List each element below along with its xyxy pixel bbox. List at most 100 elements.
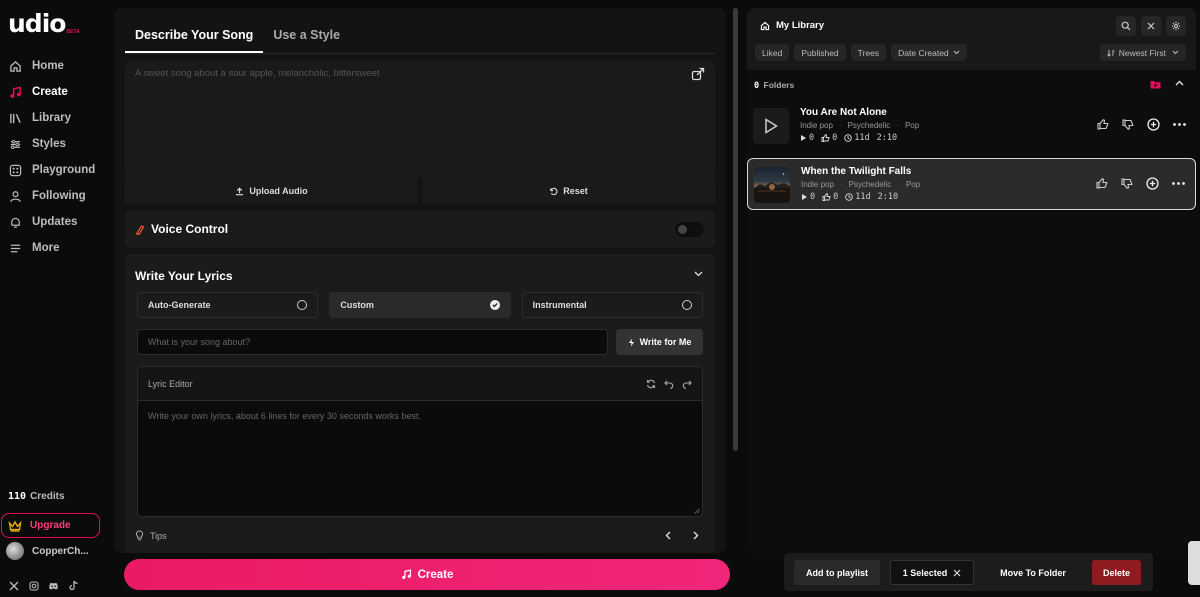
add-circle-icon[interactable] [1147, 118, 1160, 131]
share-icon[interactable] [691, 67, 705, 81]
credits-label: Credits [30, 491, 65, 502]
filter-published[interactable]: Published [794, 44, 846, 61]
add-to-playlist-button[interactable]: Add to playlist [794, 560, 880, 585]
instagram-icon[interactable] [28, 580, 39, 591]
tag[interactable]: Indie pop [800, 121, 833, 130]
song-row-selected[interactable]: When the Twilight Falls Indie pop · Psych… [747, 158, 1196, 210]
tag[interactable]: Pop [906, 180, 920, 189]
social-links [8, 580, 79, 591]
sidebar-item-updates[interactable]: Updates [0, 209, 113, 235]
selection-action-bar: Add to playlist 1 Selected Move To Folde… [784, 553, 1153, 591]
radio-icon [681, 300, 692, 310]
beta-badge: BETA [66, 29, 80, 35]
library-header-actions [1116, 16, 1186, 36]
sidebar-item-label: Playground [32, 164, 96, 176]
new-folder-icon[interactable] [1150, 80, 1161, 89]
sort-icon [1106, 49, 1115, 57]
udio-logo[interactable]: udio BETA [8, 10, 80, 38]
voice-control-toggle[interactable] [675, 222, 704, 237]
sort-dropdown[interactable]: Newest First [1099, 44, 1186, 61]
sidebar-item-following[interactable]: Following [0, 183, 113, 209]
more-options-icon[interactable] [1173, 123, 1186, 126]
song-cover-image[interactable] [754, 167, 790, 203]
lyric-editor[interactable]: Lyric Editor Write your own lyrics, abou… [137, 366, 703, 517]
song-title[interactable]: When the Twilight Falls [801, 166, 911, 177]
like-count: 0 [833, 192, 839, 202]
delete-button[interactable]: Delete [1092, 560, 1141, 585]
mode-instrumental[interactable]: Instrumental [521, 292, 703, 318]
write-for-me-label: Write for Me [639, 337, 692, 347]
dislike-icon[interactable] [1122, 119, 1134, 130]
x-icon[interactable] [8, 580, 19, 591]
sidebar-item-styles[interactable]: Styles [0, 131, 113, 157]
reset-icon [549, 187, 558, 196]
like-icon[interactable] [1097, 119, 1109, 130]
more-options-icon[interactable] [1172, 182, 1185, 185]
chevron-right-icon[interactable] [693, 531, 699, 540]
chevron-up-icon[interactable] [1175, 80, 1184, 89]
reset-button[interactable]: Reset [422, 178, 715, 204]
chevron-down-icon [953, 50, 960, 55]
mode-label: Instrumental [532, 300, 587, 310]
song-thumbnail[interactable] [753, 108, 789, 144]
sidebar-item-home[interactable]: Home [0, 53, 113, 79]
song-title[interactable]: You Are Not Alone [800, 107, 887, 118]
side-feedback-tab[interactable] [1188, 541, 1200, 585]
upgrade-label: Upgrade [30, 520, 71, 531]
filter-trees[interactable]: Trees [850, 44, 887, 61]
tag[interactable]: Psychedelic [848, 121, 891, 130]
sidebar-item-library[interactable]: Library [0, 105, 113, 131]
create-panel-scrollbar[interactable] [733, 8, 738, 451]
mode-custom[interactable]: Custom [329, 292, 511, 318]
like-icon[interactable] [1096, 178, 1108, 189]
song-topic-input[interactable]: What is your song about? [137, 329, 608, 355]
lyrics-card: Write Your Lyrics Auto-Generate Custom I… [125, 254, 715, 553]
chevron-down-icon[interactable] [694, 271, 703, 277]
play-count-icon [801, 193, 808, 201]
redo-icon[interactable] [682, 379, 692, 389]
upload-audio-button[interactable]: Upload Audio [125, 178, 418, 204]
discord-icon[interactable] [48, 580, 59, 591]
close-icon[interactable] [1141, 16, 1161, 36]
tab-describe-your-song[interactable]: Describe Your Song [125, 16, 264, 53]
song-row[interactable]: You Are Not Alone Indie pop · Psychedelic… [747, 100, 1196, 152]
username: CopperCh... [32, 545, 89, 557]
dislike-icon[interactable] [1121, 178, 1133, 189]
undo-icon[interactable] [664, 379, 674, 389]
selected-count-chip[interactable]: 1 Selected [890, 560, 974, 585]
tag[interactable]: Indie pop [801, 180, 834, 189]
sidebar: udio BETA Home Create Library Styles Pla… [0, 0, 113, 597]
search-icon[interactable] [1116, 16, 1136, 36]
sidebar-item-playground[interactable]: Playground [0, 157, 113, 183]
home-icon [760, 21, 770, 31]
chevron-left-icon[interactable] [665, 531, 671, 540]
tag[interactable]: Pop [905, 121, 919, 130]
folders-summary[interactable]: 0 Folders [754, 80, 794, 91]
sidebar-item-create[interactable]: Create [0, 79, 113, 105]
move-to-folder-button[interactable]: Move To Folder [985, 560, 1081, 585]
mode-auto-generate[interactable]: Auto-Generate [137, 292, 319, 318]
filter-date-created[interactable]: Date Created [891, 44, 967, 61]
upload-audio-label: Upload Audio [249, 186, 308, 196]
tag[interactable]: Psychedelic [849, 180, 892, 189]
resize-handle-icon[interactable] [694, 508, 700, 514]
thumbs-up-icon [821, 134, 830, 142]
sidebar-item-more[interactable]: More [0, 235, 113, 261]
sidebar-item-label: Updates [32, 216, 78, 228]
tiktok-icon[interactable] [68, 580, 79, 591]
regenerate-icon[interactable] [646, 379, 656, 389]
user-profile[interactable]: CopperCh... [6, 542, 89, 560]
gear-icon[interactable] [1166, 16, 1186, 36]
create-button[interactable]: Create [124, 559, 730, 590]
filter-liked[interactable]: Liked [755, 44, 790, 61]
song-prompt-textarea[interactable]: A sweet song about a sour apple, melanch… [125, 60, 715, 178]
song-actions [1097, 118, 1186, 131]
library-filters: Liked Published Trees Date Created [755, 44, 967, 61]
lightning-icon [628, 338, 635, 347]
filter-label: Date Created [898, 47, 949, 58]
add-circle-icon[interactable] [1146, 177, 1159, 190]
tab-use-a-style[interactable]: Use a Style [263, 16, 350, 53]
write-for-me-button[interactable]: Write for Me [616, 329, 703, 355]
upgrade-button[interactable]: Upgrade [1, 513, 100, 538]
close-icon[interactable] [953, 569, 961, 577]
